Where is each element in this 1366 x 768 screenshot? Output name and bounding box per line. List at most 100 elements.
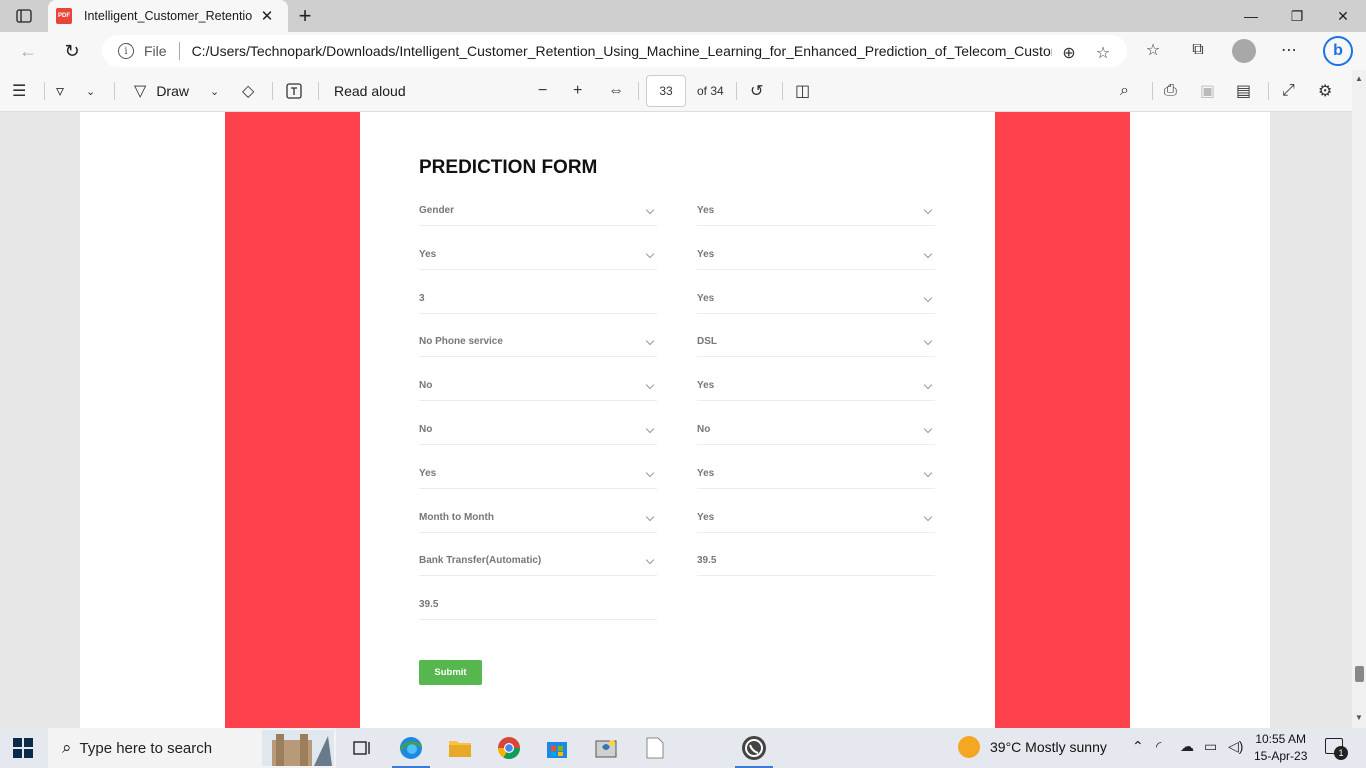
notification-badge: 1	[1334, 746, 1348, 760]
search-icon[interactable]: ⌕	[1120, 79, 1129, 103]
page-count-label: of 34	[697, 84, 724, 98]
select-field[interactable]: Yes	[697, 375, 935, 402]
select-field[interactable]: DSL	[697, 331, 935, 358]
select-field[interactable]: Bank Transfer(Automatic)	[419, 550, 657, 577]
search-highlight-image	[262, 730, 334, 766]
blank-file-icon[interactable]	[641, 734, 669, 762]
zoom-icon[interactable]: ⊕	[1056, 40, 1082, 66]
refresh-icon[interactable]: ↻	[58, 37, 86, 65]
field-value: No	[697, 424, 711, 435]
read-aloud-button[interactable]: Read aloud	[334, 79, 406, 103]
add-text-icon[interactable]	[286, 79, 302, 103]
erase-icon[interactable]: ◇	[242, 79, 254, 103]
onedrive-icon[interactable]: ☁	[1180, 738, 1194, 755]
favorites-icon[interactable]: ☆	[1140, 37, 1166, 63]
rotate-icon[interactable]: ↺	[750, 79, 763, 103]
field-value: Yes	[697, 248, 715, 260]
select-field[interactable]: Yes	[697, 244, 935, 270]
contents-icon[interactable]: ☰	[12, 79, 26, 103]
url-text[interactable]: C:/Users/Technopark/Downloads/Intelligen…	[192, 43, 1052, 59]
taskbar-search-input[interactable]: Type here to search	[80, 740, 213, 757]
toolbar-divider	[736, 82, 737, 100]
store-icon[interactable]	[543, 734, 571, 762]
select-field[interactable]: Yes	[697, 507, 935, 533]
fullscreen-icon[interactable]: ⤢	[1282, 79, 1295, 103]
scrollbar-thumb[interactable]	[1355, 666, 1364, 682]
fit-to-width-icon[interactable]: ⇔	[608, 79, 624, 103]
network-icon[interactable]: ◜	[1156, 738, 1161, 755]
toolbar-divider	[318, 82, 319, 100]
select-field[interactable]: Gender	[419, 200, 657, 226]
add-favorite-icon[interactable]: ☆	[1090, 40, 1116, 66]
toolbar-divider	[114, 82, 115, 100]
draw-icon: ▽	[134, 83, 147, 100]
input-field[interactable]: 39.5	[419, 594, 657, 621]
profile-avatar[interactable]	[1232, 39, 1256, 63]
chevron-down-icon	[645, 205, 655, 215]
select-field[interactable]: No	[419, 375, 657, 402]
select-field[interactable]: No Phone service	[419, 331, 657, 358]
input-field[interactable]: 39.5	[697, 550, 935, 577]
select-field[interactable]: No	[419, 419, 657, 445]
more-menu-icon[interactable]: ⋯	[1276, 37, 1302, 63]
windows-start-icon[interactable]	[13, 738, 33, 758]
save-as-icon[interactable]: ▤	[1236, 79, 1251, 103]
battery-icon[interactable]: ▭	[1204, 738, 1217, 755]
tab-actions-icon[interactable]	[10, 6, 38, 26]
weather-sun-icon	[958, 736, 980, 758]
clock-date: 15-Apr-23	[1254, 749, 1308, 763]
select-field[interactable]: Yes	[697, 463, 935, 489]
red-side-panel-left	[225, 112, 360, 728]
chevron-down-icon	[645, 468, 655, 478]
select-field[interactable]: No	[697, 419, 935, 445]
system-clock[interactable]: 10:55 AM 15-Apr-23	[1254, 731, 1307, 765]
highlight-icon[interactable]: ▿	[56, 79, 64, 103]
input-field[interactable]: 3	[419, 288, 657, 314]
zoom-in-icon[interactable]: +	[573, 79, 582, 103]
file-explorer-icon[interactable]	[446, 734, 474, 762]
edge-browser-icon[interactable]	[397, 734, 425, 762]
back-icon[interactable]: ←	[14, 37, 42, 65]
highlight-chevron-icon[interactable]: ⌄	[86, 79, 95, 103]
close-window-icon[interactable]: ✕	[1320, 0, 1366, 32]
whatsapp-icon[interactable]	[740, 734, 768, 762]
select-field[interactable]: Yes	[697, 200, 935, 226]
minimize-icon[interactable]: —	[1228, 0, 1274, 32]
settings-gear-icon[interactable]: ⚙	[1318, 79, 1332, 103]
url-field[interactable]: i File C:/Users/Technopark/Downloads/Int…	[102, 35, 1127, 67]
page-view-icon[interactable]: ◫	[795, 79, 810, 103]
print-icon[interactable]: ⎙	[1164, 79, 1177, 103]
volume-icon[interactable]: ◁)	[1228, 738, 1243, 755]
weather-widget[interactable]: 39°C Mostly sunny	[958, 736, 1107, 758]
chrome-browser-icon[interactable]	[495, 734, 523, 762]
browser-tab[interactable]: PDF Intelligent_Customer_Retention_U ✕	[48, 0, 288, 32]
submit-button[interactable]: Submit	[419, 660, 482, 685]
scroll-down-icon[interactable]: ▼	[1355, 713, 1363, 722]
weather-text: 39°C Mostly sunny	[990, 739, 1107, 755]
scroll-up-icon[interactable]: ▲	[1355, 74, 1363, 83]
collections-icon[interactable]: ⧉	[1185, 37, 1211, 63]
draw-chevron-icon[interactable]: ⌄	[210, 79, 219, 103]
toolbar-divider	[272, 82, 273, 100]
python-idle-icon[interactable]	[592, 734, 620, 762]
save-icon[interactable]: ▣	[1200, 79, 1215, 103]
new-tab-icon[interactable]: +	[292, 3, 318, 29]
zoom-out-icon[interactable]: −	[538, 79, 547, 103]
info-icon[interactable]: i	[118, 43, 134, 59]
tab-close-icon[interactable]: ✕	[256, 5, 278, 27]
restore-icon[interactable]: ❐	[1274, 0, 1320, 32]
select-field[interactable]: Yes	[419, 463, 657, 489]
toolbar-divider	[1152, 82, 1153, 100]
tray-chevron-icon[interactable]: ⌃	[1132, 738, 1144, 755]
draw-button[interactable]: ▽ Draw	[134, 79, 189, 103]
select-field[interactable]: Yes	[419, 244, 657, 270]
chevron-down-icon	[923, 512, 933, 521]
select-field[interactable]: Month to Month	[419, 507, 657, 533]
pdf-viewer[interactable]: PREDICTION FORM Gender Yes 3 No Phone servi…	[0, 112, 1352, 728]
vertical-scrollbar[interactable]: ▲ ▼	[1352, 70, 1366, 728]
select-field[interactable]: Yes	[697, 288, 935, 314]
page-number-input[interactable]: 33	[646, 75, 686, 107]
task-view-icon[interactable]	[348, 734, 376, 762]
bing-chat-icon[interactable]: b	[1323, 36, 1353, 66]
taskbar-search[interactable]: ⌕ Type here to search	[48, 728, 336, 768]
